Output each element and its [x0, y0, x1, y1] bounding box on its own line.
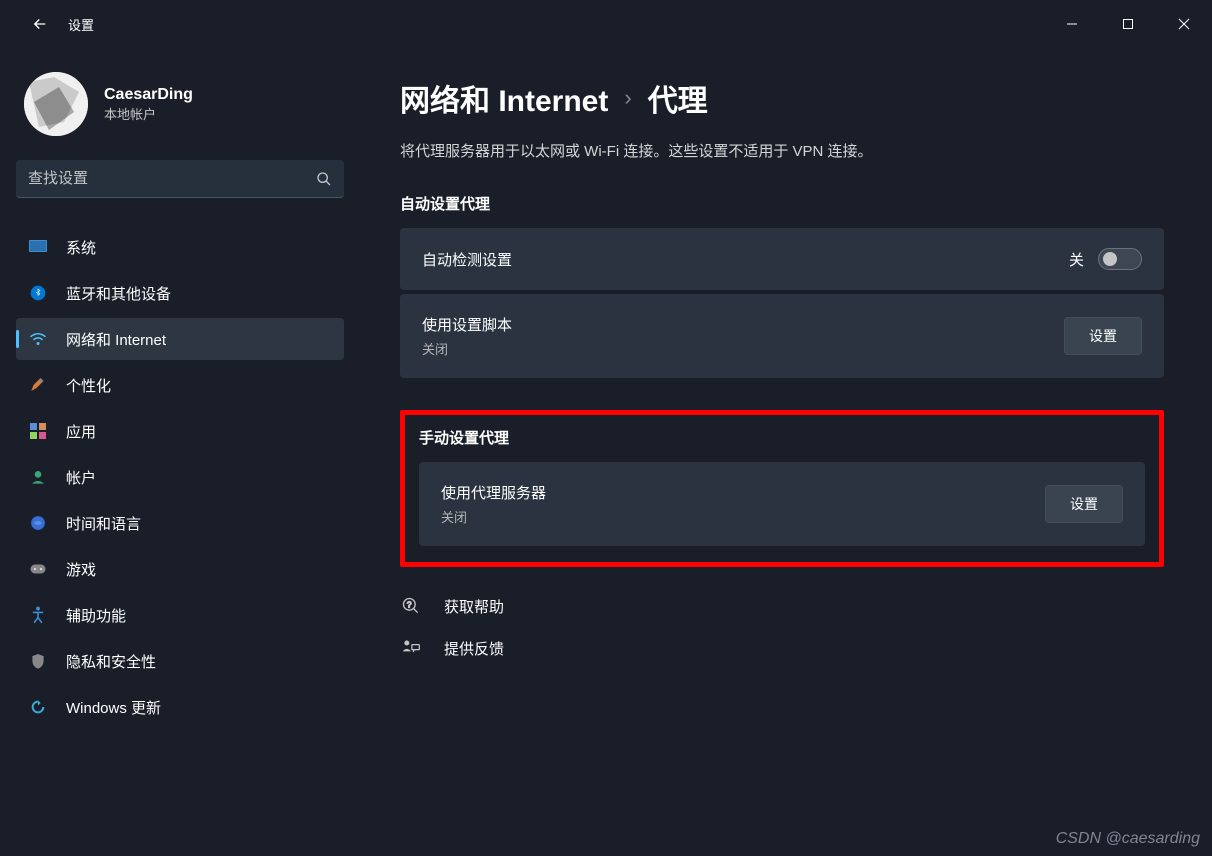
help-links: ? 获取帮助 提供反馈 — [400, 595, 1164, 659]
sidebar-item-account[interactable]: 帐户 — [16, 456, 344, 498]
card-sub: 关闭 — [422, 339, 512, 358]
username: CaesarDing — [104, 86, 193, 104]
highlight-manual-proxy: 手动设置代理 使用代理服务器 关闭 设置 — [400, 410, 1164, 567]
breadcrumb-current: 代理 — [648, 76, 708, 120]
feedback-link[interactable]: 提供反馈 — [400, 637, 1164, 659]
account-type: 本地帐户 — [104, 104, 193, 123]
main-content: 网络和 Internet › 代理 将代理服务器用于以太网或 Wi-Fi 连接。… — [360, 48, 1212, 856]
nav-label: 网络和 Internet — [66, 329, 166, 350]
card-title: 使用设置脚本 — [422, 314, 512, 335]
feedback-icon — [400, 637, 422, 659]
sidebar-item-time[interactable]: 时间和语言 — [16, 502, 344, 544]
sidebar-item-accessibility[interactable]: 辅助功能 — [16, 594, 344, 636]
nav-label: 个性化 — [66, 375, 111, 396]
accessibility-icon — [28, 605, 48, 625]
nav-list: 系统 蓝牙和其他设备 网络和 Internet 个性化 应用 帐户 时间和语言 … — [16, 226, 344, 728]
sidebar-item-system[interactable]: 系统 — [16, 226, 344, 268]
page-description: 将代理服务器用于以太网或 Wi-Fi 连接。这些设置不适用于 VPN 连接。 — [400, 140, 1164, 161]
account-icon — [28, 467, 48, 487]
section-manual-header: 手动设置代理 — [419, 427, 1145, 448]
get-help-link[interactable]: ? 获取帮助 — [400, 595, 1164, 617]
nav-label: 应用 — [66, 421, 96, 442]
nav-label: 帐户 — [66, 467, 96, 488]
card-auto-detect: 自动检测设置 关 — [400, 228, 1164, 290]
get-help-label: 获取帮助 — [444, 596, 504, 617]
nav-label: 辅助功能 — [66, 605, 126, 626]
apps-icon — [28, 421, 48, 441]
nav-label: 隐私和安全性 — [66, 651, 156, 672]
card-title: 使用代理服务器 — [441, 482, 546, 503]
window-controls — [1044, 4, 1212, 44]
profile-section[interactable]: CaesarDing 本地帐户 — [16, 72, 344, 160]
maximize-icon — [1122, 18, 1134, 30]
avatar — [24, 72, 88, 136]
titlebar: 设置 — [0, 0, 1212, 48]
breadcrumb-parent[interactable]: 网络和 Internet — [400, 76, 608, 120]
sidebar-item-gaming[interactable]: 游戏 — [16, 548, 344, 590]
card-proxy-server: 使用代理服务器 关闭 设置 — [419, 462, 1145, 546]
sidebar-item-network[interactable]: 网络和 Internet — [16, 318, 344, 360]
nav-label: 游戏 — [66, 559, 96, 580]
feedback-label: 提供反馈 — [444, 638, 504, 659]
sidebar-item-apps[interactable]: 应用 — [16, 410, 344, 452]
sidebar-item-update[interactable]: Windows 更新 — [16, 686, 344, 728]
search-input[interactable] — [28, 170, 316, 187]
close-icon — [1178, 18, 1190, 30]
help-icon: ? — [400, 595, 422, 617]
proxy-setup-button[interactable]: 设置 — [1045, 485, 1123, 523]
card-title: 自动检测设置 — [422, 249, 512, 270]
nav-label: 蓝牙和其他设备 — [66, 283, 171, 304]
auto-detect-toggle[interactable] — [1098, 248, 1142, 270]
app-title: 设置 — [68, 15, 94, 34]
nav-label: 系统 — [66, 237, 96, 258]
time-icon — [28, 513, 48, 533]
card-sub: 关闭 — [441, 507, 546, 526]
personalize-icon — [28, 375, 48, 395]
sidebar: CaesarDing 本地帐户 系统 蓝牙和其他设备 网络和 Internet … — [0, 48, 360, 856]
minimize-icon — [1066, 18, 1078, 30]
minimize-button[interactable] — [1044, 4, 1100, 44]
sidebar-item-privacy[interactable]: 隐私和安全性 — [16, 640, 344, 682]
section-auto-header: 自动设置代理 — [400, 193, 1164, 214]
gaming-icon — [28, 559, 48, 579]
toggle-label: 关 — [1069, 249, 1084, 270]
back-button[interactable] — [20, 4, 60, 44]
card-setup-script: 使用设置脚本 关闭 设置 — [400, 294, 1164, 378]
wifi-icon — [28, 329, 48, 349]
nav-label: Windows 更新 — [66, 697, 161, 718]
sidebar-item-personalize[interactable]: 个性化 — [16, 364, 344, 406]
search-icon — [316, 171, 332, 187]
svg-text:?: ? — [407, 600, 412, 610]
arrow-left-icon — [31, 15, 49, 33]
update-icon — [28, 697, 48, 717]
sidebar-item-bluetooth[interactable]: 蓝牙和其他设备 — [16, 272, 344, 314]
close-button[interactable] — [1156, 4, 1212, 44]
breadcrumb: 网络和 Internet › 代理 — [400, 76, 1164, 120]
setup-script-button[interactable]: 设置 — [1064, 317, 1142, 355]
chevron-right-icon: › — [624, 85, 631, 111]
bluetooth-icon — [28, 283, 48, 303]
nav-label: 时间和语言 — [66, 513, 141, 534]
search-box[interactable] — [16, 160, 344, 198]
maximize-button[interactable] — [1100, 4, 1156, 44]
privacy-icon — [28, 651, 48, 671]
system-icon — [28, 237, 48, 257]
watermark: CSDN @caesarding — [1056, 830, 1200, 848]
